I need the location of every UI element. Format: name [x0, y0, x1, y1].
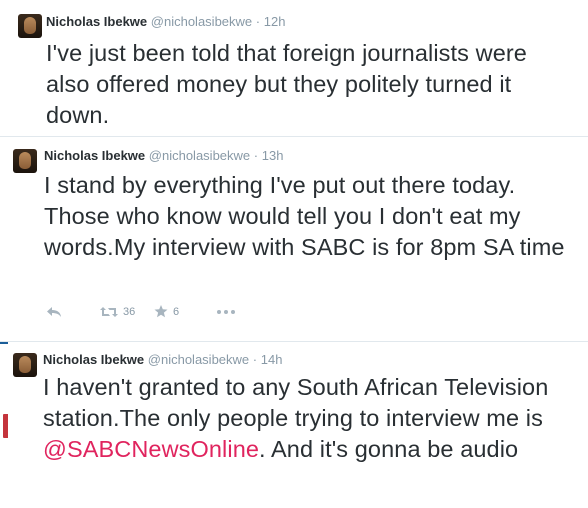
favorite-button[interactable]: 6	[154, 305, 216, 318]
mention-link[interactable]: @SABCNewsOnline	[43, 436, 259, 462]
star-icon	[154, 305, 168, 318]
avatar[interactable]	[18, 14, 42, 38]
retweet-icon	[100, 306, 118, 317]
tweet-card[interactable]: Nicholas Ibekwe @nicholasibekwe · 13h I …	[0, 137, 588, 341]
author-handle[interactable]: @nicholasibekwe	[148, 352, 249, 367]
avatar[interactable]	[13, 353, 37, 377]
timestamp[interactable]: 14h	[261, 352, 283, 367]
reply-icon	[47, 306, 61, 317]
author-name[interactable]: Nicholas Ibekwe	[44, 148, 145, 163]
tweet-text-part: . And it's gonna be audio	[259, 436, 519, 462]
reply-button[interactable]	[46, 306, 100, 318]
tweet-text-part: I haven't granted to any South African T…	[43, 374, 549, 431]
timestamp[interactable]: 12h	[264, 14, 286, 29]
retweet-button[interactable]: 36	[100, 306, 154, 318]
separator-dot: ·	[252, 352, 258, 367]
more-icon	[217, 309, 235, 314]
author-handle[interactable]: @nicholasibekwe	[151, 14, 252, 29]
tweet-text: I stand by everything I've put out there…	[44, 172, 565, 260]
tweet-header: Nicholas Ibekwe @nicholasibekwe · 12h	[46, 14, 285, 30]
tweet-text: I haven't granted to any South African T…	[43, 372, 583, 465]
retweet-count: 36	[123, 305, 136, 318]
tweet-header: Nicholas Ibekwe @nicholasibekwe · 13h	[44, 148, 283, 164]
tweet-text: I've just been told that foreign journal…	[46, 40, 527, 128]
favorite-count: 6	[173, 305, 180, 318]
author-name[interactable]: Nicholas Ibekwe	[46, 14, 147, 29]
tweet-actions: 36 6	[46, 305, 236, 318]
author-name[interactable]: Nicholas Ibekwe	[43, 352, 144, 367]
separator-dot: ·	[255, 14, 261, 29]
author-handle[interactable]: @nicholasibekwe	[149, 148, 250, 163]
tweet-card[interactable]: Nicholas Ibekwe @nicholasibekwe · 14h I …	[8, 342, 588, 508]
tweet-header: Nicholas Ibekwe @nicholasibekwe · 14h	[43, 352, 282, 368]
timestamp[interactable]: 13h	[262, 148, 284, 163]
avatar[interactable]	[13, 149, 37, 173]
tweet-card[interactable]: Nicholas Ibekwe @nicholasibekwe · 12h I'…	[8, 0, 588, 136]
more-button[interactable]	[216, 309, 236, 315]
separator-dot: ·	[253, 148, 259, 163]
